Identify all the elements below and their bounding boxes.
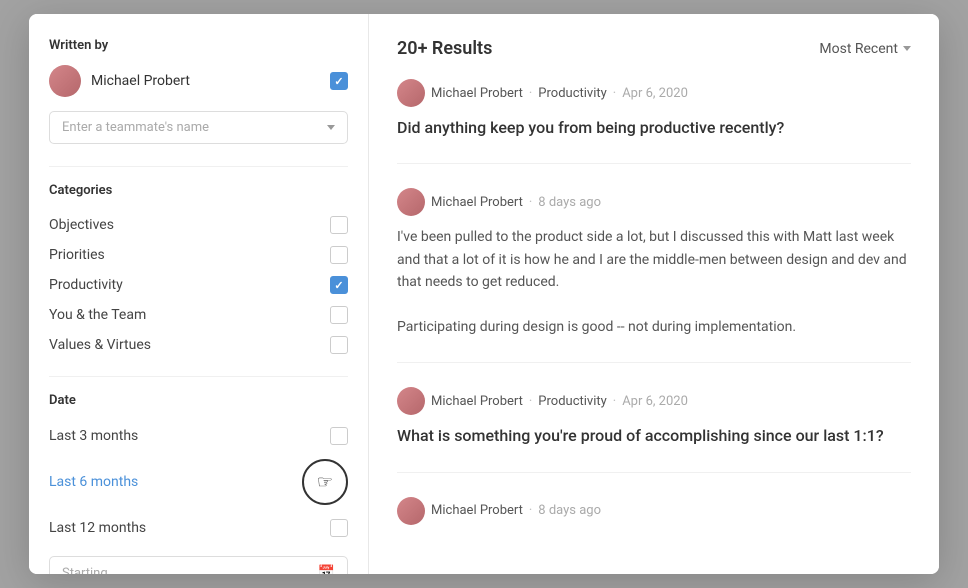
result-1-author: Michael Probert [431,86,523,101]
result-3-avatar [397,387,425,415]
result-1-dot-1: · [529,86,532,101]
author-name: Michael Probert [91,73,330,89]
results-count: 20+ Results [397,38,492,59]
category-item-productivity[interactable]: Productivity [49,270,348,300]
result-4-avatar [397,497,425,525]
result-4-dot: · [529,503,532,518]
result-2-avatar [397,188,425,216]
result-1-category: Productivity [538,86,606,101]
result-2-dot: · [529,195,532,210]
author-row: Michael Probert [49,65,348,97]
result-item-1: Michael Probert · Productivity · Apr 6, … [397,79,911,164]
date-3months-radio[interactable] [330,427,348,445]
date-option-12months[interactable]: Last 12 months [49,512,348,544]
categories-label: Categories [49,183,348,198]
teammate-placeholder: Enter a teammate's name [62,120,209,135]
category-checkbox-you-team[interactable] [330,306,348,324]
category-checkbox-objectives[interactable] [330,216,348,234]
right-panel: 20+ Results Most Recent Michael Probert … [369,14,939,574]
result-item-3: Michael Probert · Productivity · Apr 6, … [397,387,911,472]
result-1-meta: Michael Probert · Productivity · Apr 6, … [397,79,911,107]
category-checkbox-values[interactable] [330,336,348,354]
date-6months-circle-btn[interactable]: ☞ [302,459,348,505]
category-checkbox-priorities[interactable] [330,246,348,264]
date-option-6months[interactable]: Last 6 months ☞ [49,452,348,512]
category-item-priorities[interactable]: Priorities [49,240,348,270]
date-3months-label: Last 3 months [49,428,138,444]
result-3-category: Productivity [538,394,606,409]
category-checkbox-productivity[interactable] [330,276,348,294]
sort-chevron-icon [903,46,911,51]
author-checkbox[interactable] [330,72,348,90]
date-12months-radio[interactable] [330,519,348,537]
result-3-author: Michael Probert [431,394,523,409]
results-header: 20+ Results Most Recent [397,38,911,59]
result-item-4: Michael Probert · 8 days ago [397,497,911,559]
modal-overlay: Written by Michael Probert Enter a teamm… [0,0,968,588]
result-1-question: Did anything keep you from being product… [397,117,911,139]
date-12months-label: Last 12 months [49,520,146,536]
teammate-input[interactable]: Enter a teammate's name [49,111,348,144]
result-3-meta: Michael Probert · Productivity · Apr 6, … [397,387,911,415]
result-2-timeago: 8 days ago [538,195,601,210]
sort-dropdown[interactable]: Most Recent [819,41,911,57]
date-option-3months[interactable]: Last 3 months [49,420,348,452]
starting-placeholder: Starting [62,566,318,575]
category-label-values: Values & Virtues [49,337,151,353]
result-1-avatar [397,79,425,107]
sort-label: Most Recent [819,41,898,57]
category-label-productivity: Productivity [49,277,123,293]
avatar-image [49,65,81,97]
chevron-down-icon [327,125,335,130]
result-2-author: Michael Probert [431,195,523,210]
result-4-author: Michael Probert [431,503,523,518]
category-label-priorities: Priorities [49,247,105,263]
result-4-timeago: 8 days ago [538,503,601,518]
divider-1 [49,166,348,167]
category-item-values[interactable]: Values & Virtues [49,330,348,360]
date-6months-label: Last 6 months [49,474,138,490]
cursor-icon: ☞ [317,472,333,493]
divider-2 [49,376,348,377]
result-4-meta: Michael Probert · 8 days ago [397,497,911,525]
result-2-body: I've been pulled to the product side a l… [397,226,911,338]
result-item-2: Michael Probert · 8 days ago I've been p… [397,188,911,363]
date-options: Last 3 months Last 6 months ☞ Last 12 mo… [49,420,348,544]
result-3-dot-2: · [613,394,616,409]
category-item-objectives[interactable]: Objectives [49,210,348,240]
starting-date-input[interactable]: Starting 📅 [49,556,348,574]
category-label-objectives: Objectives [49,217,114,233]
written-by-label: Written by [49,38,348,53]
result-2-meta: Michael Probert · 8 days ago [397,188,911,216]
categories-list: Objectives Priorities Productivity You &… [49,210,348,360]
category-item-you-team[interactable]: You & the Team [49,300,348,330]
result-3-date: Apr 6, 2020 [622,394,688,409]
result-1-date: Apr 6, 2020 [622,86,688,101]
result-1-dot-2: · [613,86,616,101]
left-panel: Written by Michael Probert Enter a teamm… [29,14,369,574]
avatar [49,65,81,97]
category-label-you-team: You & the Team [49,307,146,323]
modal: Written by Michael Probert Enter a teamm… [29,14,939,574]
calendar-icon-start: 📅 [318,565,335,574]
date-label: Date [49,393,348,408]
result-3-dot-1: · [529,394,532,409]
result-3-question: What is something you're proud of accomp… [397,425,911,447]
